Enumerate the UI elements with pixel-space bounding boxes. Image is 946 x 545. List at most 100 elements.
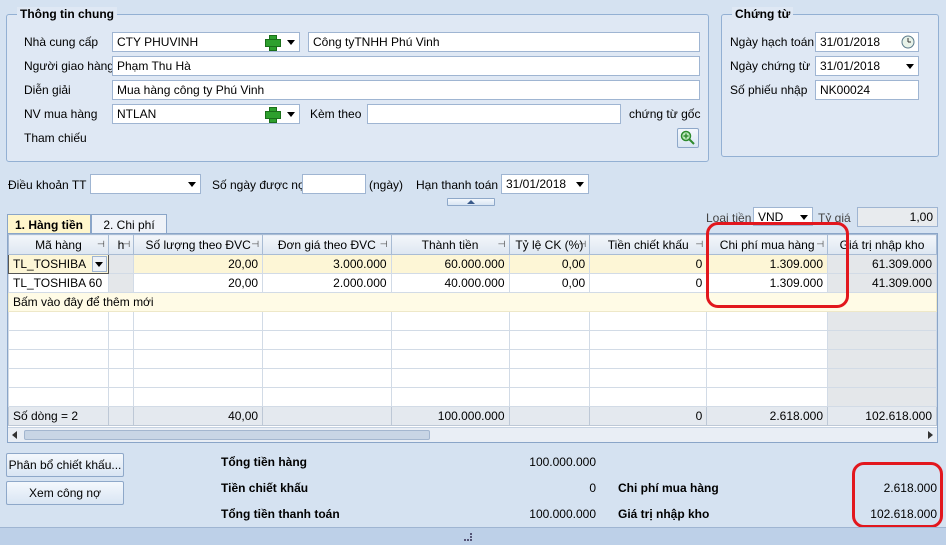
original-docs-label: chứng từ gốc (629, 107, 701, 121)
buyer-value: NTLAN (117, 107, 157, 121)
due-date-field[interactable]: 31/01/2018 (501, 174, 589, 194)
empty-row (8, 387, 937, 407)
scroll-right-icon[interactable] (928, 431, 933, 439)
general-info-title: Thông tin chung (17, 7, 117, 21)
summary-disc-amount: 0 (589, 406, 708, 426)
purchase-cost-total-label: Chi phí mua hàng (618, 481, 719, 495)
cell-disc-rate[interactable]: 0,00 (508, 273, 591, 293)
due-date-dropdown[interactable] (571, 175, 588, 193)
empty-row (8, 311, 937, 331)
horizontal-scrollbar[interactable] (8, 427, 937, 442)
due-date-label: Hạn thanh toán (416, 178, 499, 192)
cell-h (107, 273, 135, 293)
receipt-no-label: Số phiếu nhập (730, 83, 808, 97)
buyer-label: NV mua hàng (24, 107, 98, 121)
search-add-icon (680, 130, 695, 145)
cell-disc-rate[interactable]: 0,00 (508, 254, 591, 274)
col-header-price[interactable]: Đơn giá theo ĐVC ⊣ (262, 234, 392, 255)
debt-days-field[interactable] (302, 174, 366, 194)
voucher-date-value: 31/01/2018 (820, 59, 881, 73)
summary-row-count: Số dòng = 2 (8, 406, 109, 426)
summary-stock-value: 102.618.000 (827, 406, 937, 426)
scroll-left-icon[interactable] (12, 431, 17, 439)
chevron-down-icon (187, 181, 196, 187)
col-header-amount[interactable]: Thành tiền ⊣ (390, 234, 510, 255)
posting-date-field[interactable]: 31/01/2018 (815, 32, 919, 52)
allocate-discount-button[interactable]: Phân bổ chiết khấu... (6, 453, 124, 477)
posting-date-picker[interactable] (898, 33, 918, 51)
purchase-cost-total-value: 2.618.000 (883, 481, 937, 495)
cell-amount[interactable]: 40.000.000 (390, 273, 510, 293)
due-date-value: 31/01/2018 (506, 177, 567, 191)
days-unit-label: (ngày) (369, 178, 404, 192)
attach-field[interactable] (367, 104, 621, 124)
status-strip (0, 527, 946, 545)
col-header-h[interactable]: h ⊣ (107, 234, 135, 255)
chevron-down-icon (575, 181, 584, 187)
cell-code[interactable]: TL_TOSHIBA 60 (8, 273, 109, 293)
chevron-up-icon (467, 200, 475, 204)
supplier-name-field[interactable]: Công tyTNHH Phú Vinh (308, 32, 700, 52)
voucher-title: Chứng từ (732, 7, 794, 21)
debt-days-label: Số ngày được nợ (212, 178, 306, 192)
cell-disc-amount[interactable]: 0 (589, 254, 708, 274)
view-debt-button[interactable]: Xem công nợ (6, 481, 124, 505)
stock-value-total-label: Giá trị nhập kho (618, 507, 710, 521)
cell-qty[interactable]: 20,00 (133, 273, 264, 293)
chevron-down-icon (286, 39, 295, 45)
payment-total-value: 100.000.000 (529, 507, 596, 521)
goods-total-label: Tổng tiền hàng (221, 455, 307, 469)
posting-date-value: 31/01/2018 (820, 35, 881, 49)
add-buyer-icon[interactable] (264, 106, 281, 123)
voucher-date-dropdown[interactable] (901, 57, 918, 75)
deliverer-label: Người giao hàng (24, 59, 114, 73)
summary-amount: 100.000.000 (390, 406, 510, 426)
summary-purchase-cost: 2.618.000 (706, 406, 829, 426)
collapse-handle[interactable] (447, 198, 495, 206)
receipt-no-field[interactable]: NK00024 (815, 80, 919, 100)
cell-qty[interactable]: 20,00 (133, 254, 264, 274)
description-field[interactable]: Mua hàng công ty Phú Vinh (112, 80, 700, 100)
supplier-label: Nhà cung cấp (24, 35, 99, 49)
code-dropdown-button[interactable] (91, 256, 107, 272)
reference-button[interactable] (677, 128, 699, 148)
cell-code[interactable]: TL_TOSHIBA (8, 254, 109, 274)
add-supplier-icon[interactable] (264, 34, 281, 51)
cell-h (107, 254, 135, 274)
chevron-down-icon (286, 111, 295, 117)
payment-terms-dropdown[interactable] (183, 175, 200, 193)
supplier-dropdown-button[interactable] (282, 33, 299, 51)
goods-total-value: 100.000.000 (529, 455, 596, 469)
cell-price[interactable]: 2.000.000 (262, 273, 392, 293)
discount-value: 0 (589, 481, 596, 495)
posting-date-label: Ngày hạch toán (730, 35, 815, 49)
payment-total-label: Tổng tiền thanh toán (221, 507, 340, 521)
cell-amount[interactable]: 60.000.000 (390, 254, 510, 274)
cell-disc-amount[interactable]: 0 (589, 273, 708, 293)
resize-grip-icon[interactable] (464, 533, 472, 541)
summary-qty: 40,00 (133, 406, 264, 426)
empty-row (8, 330, 937, 350)
tab-costs[interactable]: 2. Chi phí (91, 214, 167, 234)
voucher-date-label: Ngày chứng từ (730, 59, 811, 73)
payment-terms-label: Điều khoản TT (8, 178, 87, 192)
cell-price[interactable]: 3.000.000 (262, 254, 392, 274)
col-header-code[interactable]: Mã hàng ⊣ (8, 234, 109, 255)
scrollbar-thumb[interactable] (24, 430, 430, 440)
tab-goods-money[interactable]: 1. Hàng tiền (7, 214, 91, 234)
col-header-disc-rate[interactable]: Tỷ lệ CK (%) ⊣ (508, 234, 591, 255)
payment-terms-combo[interactable] (90, 174, 201, 194)
discount-label: Tiền chiết khấu (221, 481, 309, 495)
rate-field[interactable]: 1,00 (857, 207, 938, 227)
voucher-date-field[interactable]: 31/01/2018 (815, 56, 919, 76)
reference-label: Tham chiếu (24, 131, 87, 145)
buyer-dropdown-button[interactable] (282, 105, 299, 123)
deliverer-field[interactable]: Phạm Thu Hà (112, 56, 700, 76)
clock-icon (901, 35, 915, 49)
annotation-oval-purchase-cost (706, 222, 849, 308)
col-header-disc-amount[interactable]: Tiền chiết khấu ⊣ (589, 234, 708, 255)
description-label: Diễn giải (24, 83, 71, 97)
stock-value-total-value: 102.618.000 (870, 507, 937, 521)
empty-row (8, 368, 937, 388)
col-header-qty[interactable]: Số lượng theo ĐVC ⊣ (133, 234, 264, 255)
